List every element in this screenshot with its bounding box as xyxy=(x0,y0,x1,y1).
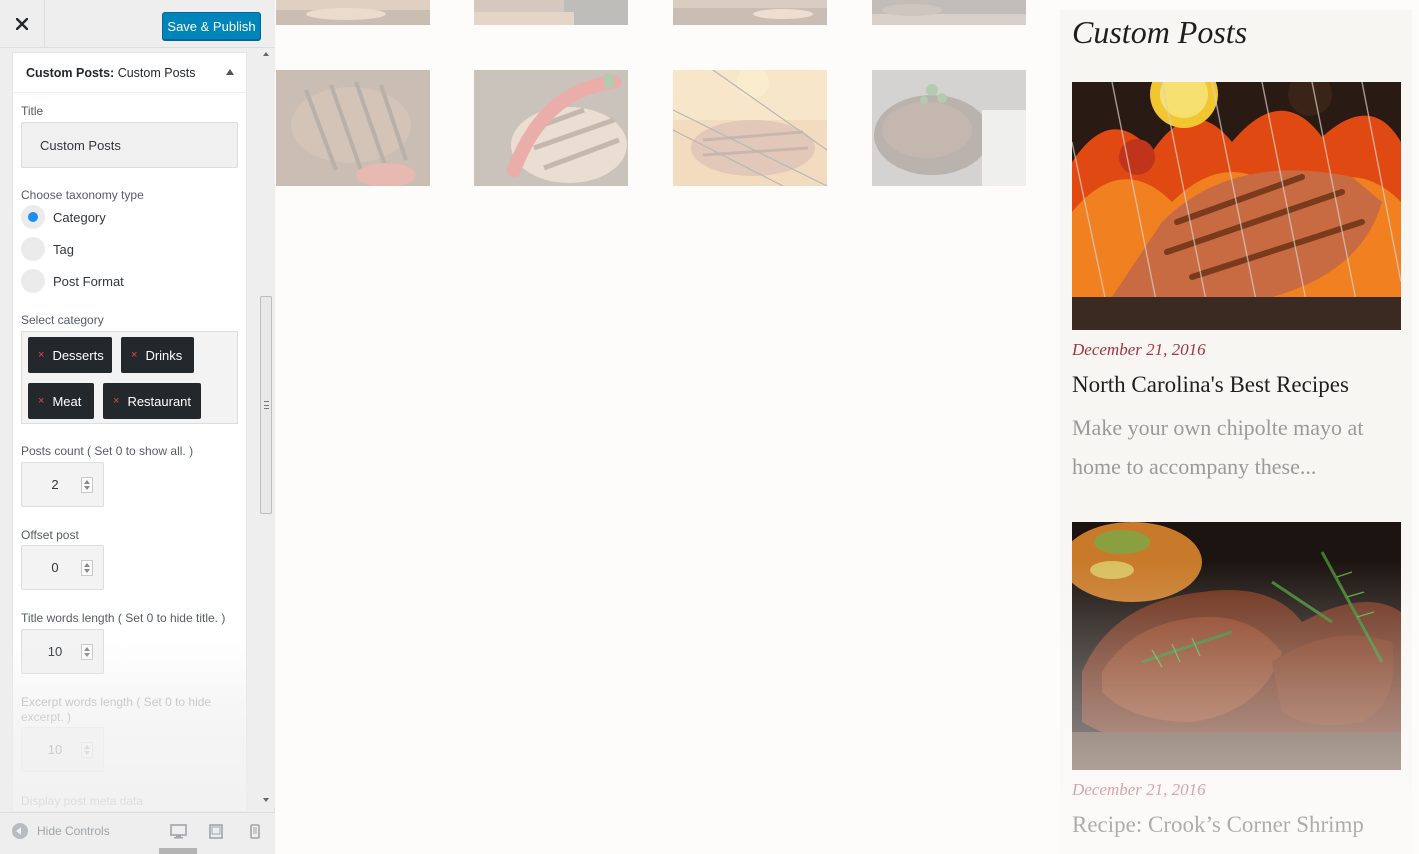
number-spinner-icon[interactable] xyxy=(81,644,93,660)
scroll-up-arrow-icon[interactable] xyxy=(263,52,269,56)
resize-handle[interactable] xyxy=(159,848,197,854)
radio-tag[interactable]: Tag xyxy=(21,236,74,262)
customizer-header: Save & Publish xyxy=(0,0,275,48)
save-publish-button[interactable]: Save & Publish xyxy=(162,12,261,40)
gallery-image[interactable] xyxy=(276,0,430,25)
remove-tag-icon[interactable]: × xyxy=(131,349,137,361)
remove-tag-icon[interactable]: × xyxy=(113,395,119,407)
scroll-down-arrow-icon[interactable] xyxy=(263,798,269,802)
gallery-image[interactable] xyxy=(276,70,430,186)
post-meta-label: Display post meta data xyxy=(21,794,144,808)
gallery-image[interactable] xyxy=(474,70,628,186)
number-spinner-icon[interactable] xyxy=(81,560,93,576)
custom-posts-widget: Custom Posts December 21, 2016 North Car… xyxy=(1060,10,1412,854)
number-spinner-icon[interactable] xyxy=(81,477,93,493)
post-excerpt: Make your own chipolte mayo at home to a… xyxy=(1072,415,1364,479)
widget-header-prefix: Custom Posts: xyxy=(26,66,115,80)
radio-button[interactable] xyxy=(21,269,45,293)
radio-category[interactable]: Category xyxy=(21,204,106,230)
category-selector[interactable]: × Desserts × Drinks × Meat × Restaurant xyxy=(21,331,238,424)
excerpt-words-input[interactable]: 10 xyxy=(21,727,104,772)
remove-tag-icon[interactable]: × xyxy=(38,349,44,361)
offset-label: Offset post xyxy=(21,528,79,542)
posts-count-value: 2 xyxy=(51,477,59,492)
title-input[interactable] xyxy=(21,122,238,168)
tag-label: Desserts xyxy=(52,347,104,363)
site-preview: Custom Posts December 21, 2016 North Car… xyxy=(276,0,1419,854)
widget-form-panel: Custom Posts: Custom Posts Title Choose … xyxy=(12,52,247,812)
collapse-arrow-icon xyxy=(12,823,28,839)
offset-value: 0 xyxy=(51,560,59,575)
number-spinner-icon[interactable] xyxy=(81,742,93,758)
title-words-input[interactable]: 10 xyxy=(21,629,104,674)
excerpt-words-value: 10 xyxy=(47,742,63,757)
tablet-icon[interactable] xyxy=(209,824,223,839)
close-icon xyxy=(16,18,28,30)
customizer-sidebar: Save & Publish Custom Posts: Custom Post… xyxy=(0,0,275,854)
category-tag-restaurant[interactable]: × Restaurant xyxy=(103,383,201,419)
widget-header-name: Custom Posts xyxy=(117,66,196,80)
hide-controls-label: Hide Controls xyxy=(37,824,110,838)
collapse-arrow-icon[interactable] xyxy=(226,69,234,75)
post-title[interactable]: Recipe: Crook’s Corner Shrimp xyxy=(1072,812,1364,838)
radio-button[interactable] xyxy=(21,237,45,261)
offset-input[interactable]: 0 xyxy=(21,545,104,590)
title-words-value: 10 xyxy=(47,644,63,659)
scrollbar-thumb[interactable] xyxy=(260,296,272,514)
sidebar-scrollbar[interactable] xyxy=(258,48,275,808)
excerpt-words-label: Excerpt words length ( Set 0 to hide exc… xyxy=(21,695,212,724)
radio-label: Post Format xyxy=(53,273,124,289)
close-button[interactable] xyxy=(0,0,45,48)
remove-tag-icon[interactable]: × xyxy=(38,395,44,407)
select-category-label: Select category xyxy=(21,313,104,327)
gallery-image[interactable] xyxy=(474,0,628,25)
gallery-image[interactable] xyxy=(872,0,1026,25)
tag-label: Drinks xyxy=(145,347,183,363)
category-tag-drinks[interactable]: × Drinks xyxy=(121,337,194,373)
desktop-icon[interactable] xyxy=(170,824,187,839)
posts-count-input[interactable]: 2 xyxy=(21,462,104,507)
post-thumbnail[interactable] xyxy=(1072,82,1401,330)
post-date: December 21, 2016 xyxy=(1072,340,1206,359)
post-thumbnail[interactable] xyxy=(1072,522,1401,770)
tag-label: Restaurant xyxy=(127,393,192,409)
title-words-label: Title words length ( Set 0 to hide title… xyxy=(21,611,226,625)
post-date: December 21, 2016 xyxy=(1072,780,1206,799)
radio-label: Tag xyxy=(53,241,74,257)
post-title[interactable]: North Carolina's Best Recipes xyxy=(1072,372,1349,398)
gallery-image[interactable] xyxy=(673,0,827,25)
mobile-icon[interactable] xyxy=(250,824,260,839)
taxonomy-label: Choose taxonomy type xyxy=(21,188,144,202)
radio-label: Category xyxy=(53,209,106,225)
radio-post-format[interactable]: Post Format xyxy=(21,268,124,294)
gallery-image[interactable] xyxy=(872,70,1026,186)
posts-count-label: Posts count ( Set 0 to show all. ) xyxy=(21,444,194,458)
gallery-image[interactable] xyxy=(673,70,827,186)
tag-label: Meat xyxy=(52,393,82,409)
title-label: Title xyxy=(21,104,44,118)
widget-title: Custom Posts xyxy=(1072,14,1248,50)
customizer-footer: Hide Controls xyxy=(0,812,275,854)
grip-icon xyxy=(264,401,269,409)
widget-header[interactable]: Custom Posts: Custom Posts xyxy=(13,53,246,93)
radio-button-checked[interactable] xyxy=(21,205,45,229)
category-tag-desserts[interactable]: × Desserts xyxy=(28,337,112,373)
category-tag-meat[interactable]: × Meat xyxy=(28,383,94,419)
hide-controls-button[interactable]: Hide Controls xyxy=(12,823,110,839)
